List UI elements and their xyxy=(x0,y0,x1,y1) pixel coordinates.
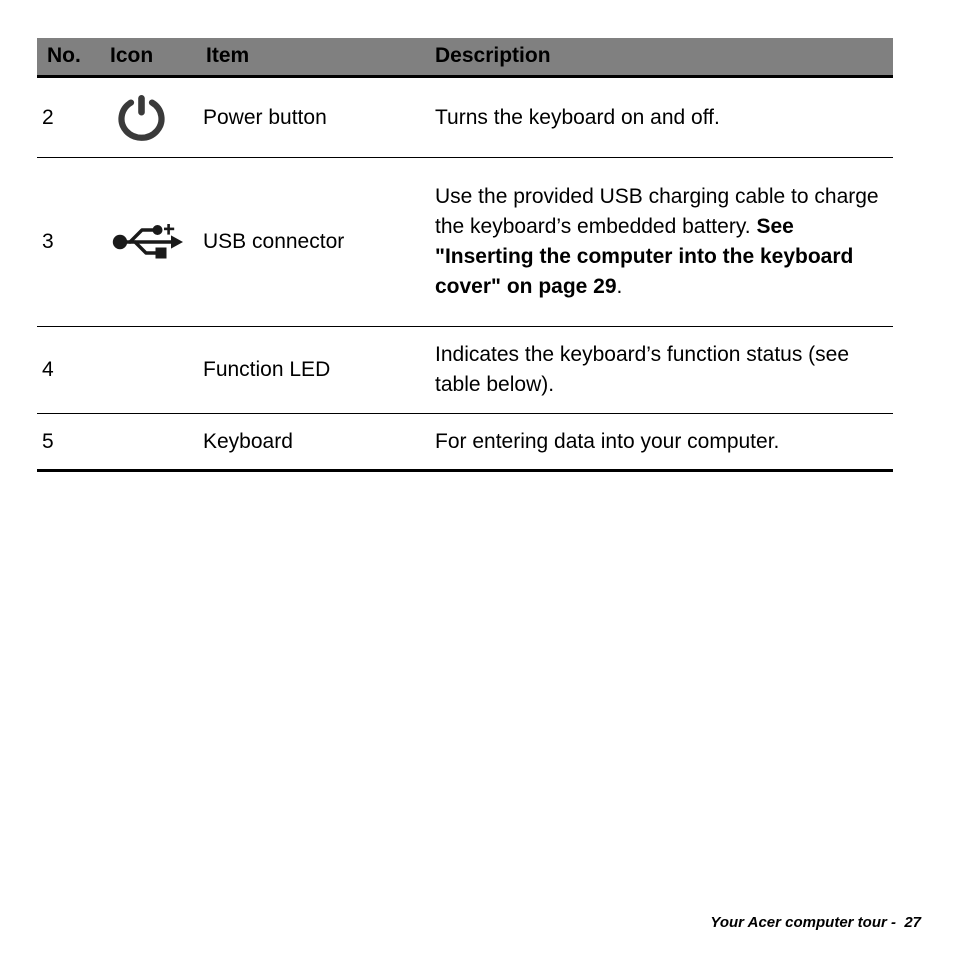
table-row: 5 Keyboard For entering data into your c… xyxy=(37,412,893,473)
description-text: Turns the keyboard on and off. xyxy=(435,105,720,129)
cell-number: 2 xyxy=(37,76,110,158)
column-header-item-label: Item xyxy=(206,44,250,67)
column-header-item: Item xyxy=(201,38,435,77)
column-header-description-label: Description xyxy=(435,44,551,67)
cell-icon xyxy=(110,326,201,414)
cell-item: Keyboard xyxy=(201,412,435,473)
table-header: No. Icon Item Description xyxy=(37,38,893,77)
specification-table: No. Icon Item Description 2 Power button… xyxy=(37,38,893,473)
cell-item: USB connector xyxy=(201,157,435,327)
power-button-icon xyxy=(110,94,201,142)
cell-item: Function LED xyxy=(201,326,435,414)
description-text: Use the provided USB charging cable to c… xyxy=(435,185,879,298)
table-body: 2 Power button Turns the keyboard on and… xyxy=(37,76,893,473)
table-row: 3 USB connector Use the provided USB cha… xyxy=(37,157,893,327)
cell-number: 5 xyxy=(37,412,110,473)
column-header-icon-label: Icon xyxy=(110,44,154,67)
cell-icon xyxy=(110,157,201,327)
page-footer: Your Acer computer tour - 27 xyxy=(710,914,921,931)
cell-description: Turns the keyboard on and off. xyxy=(435,76,893,158)
cell-number: 4 xyxy=(37,326,110,414)
description-text: Indicates the keyboard’s function status… xyxy=(435,343,850,396)
table-row: 2 Power button Turns the keyboard on and… xyxy=(37,76,893,158)
cell-icon xyxy=(110,76,201,158)
table-row: 4 Function LED Indicates the keyboard’s … xyxy=(37,326,893,414)
cell-description: Use the provided USB charging cable to c… xyxy=(435,157,893,327)
cell-description: Indicates the keyboard’s function status… xyxy=(435,326,893,414)
column-header-no-label: No. xyxy=(47,44,81,67)
usb-connector-icon xyxy=(110,222,201,262)
column-header-no: No. xyxy=(37,38,110,77)
column-header-icon: Icon xyxy=(110,38,201,77)
cell-description: For entering data into your computer. xyxy=(435,412,893,473)
column-header-description: Description xyxy=(435,38,893,77)
cell-icon xyxy=(110,412,201,473)
document-page: No. Icon Item Description 2 Power button… xyxy=(0,0,954,954)
cell-item: Power button xyxy=(201,76,435,158)
table-header-row: No. Icon Item Description xyxy=(37,38,893,77)
cell-number: 3 xyxy=(37,157,110,327)
description-text: For entering data into your computer. xyxy=(435,429,780,453)
